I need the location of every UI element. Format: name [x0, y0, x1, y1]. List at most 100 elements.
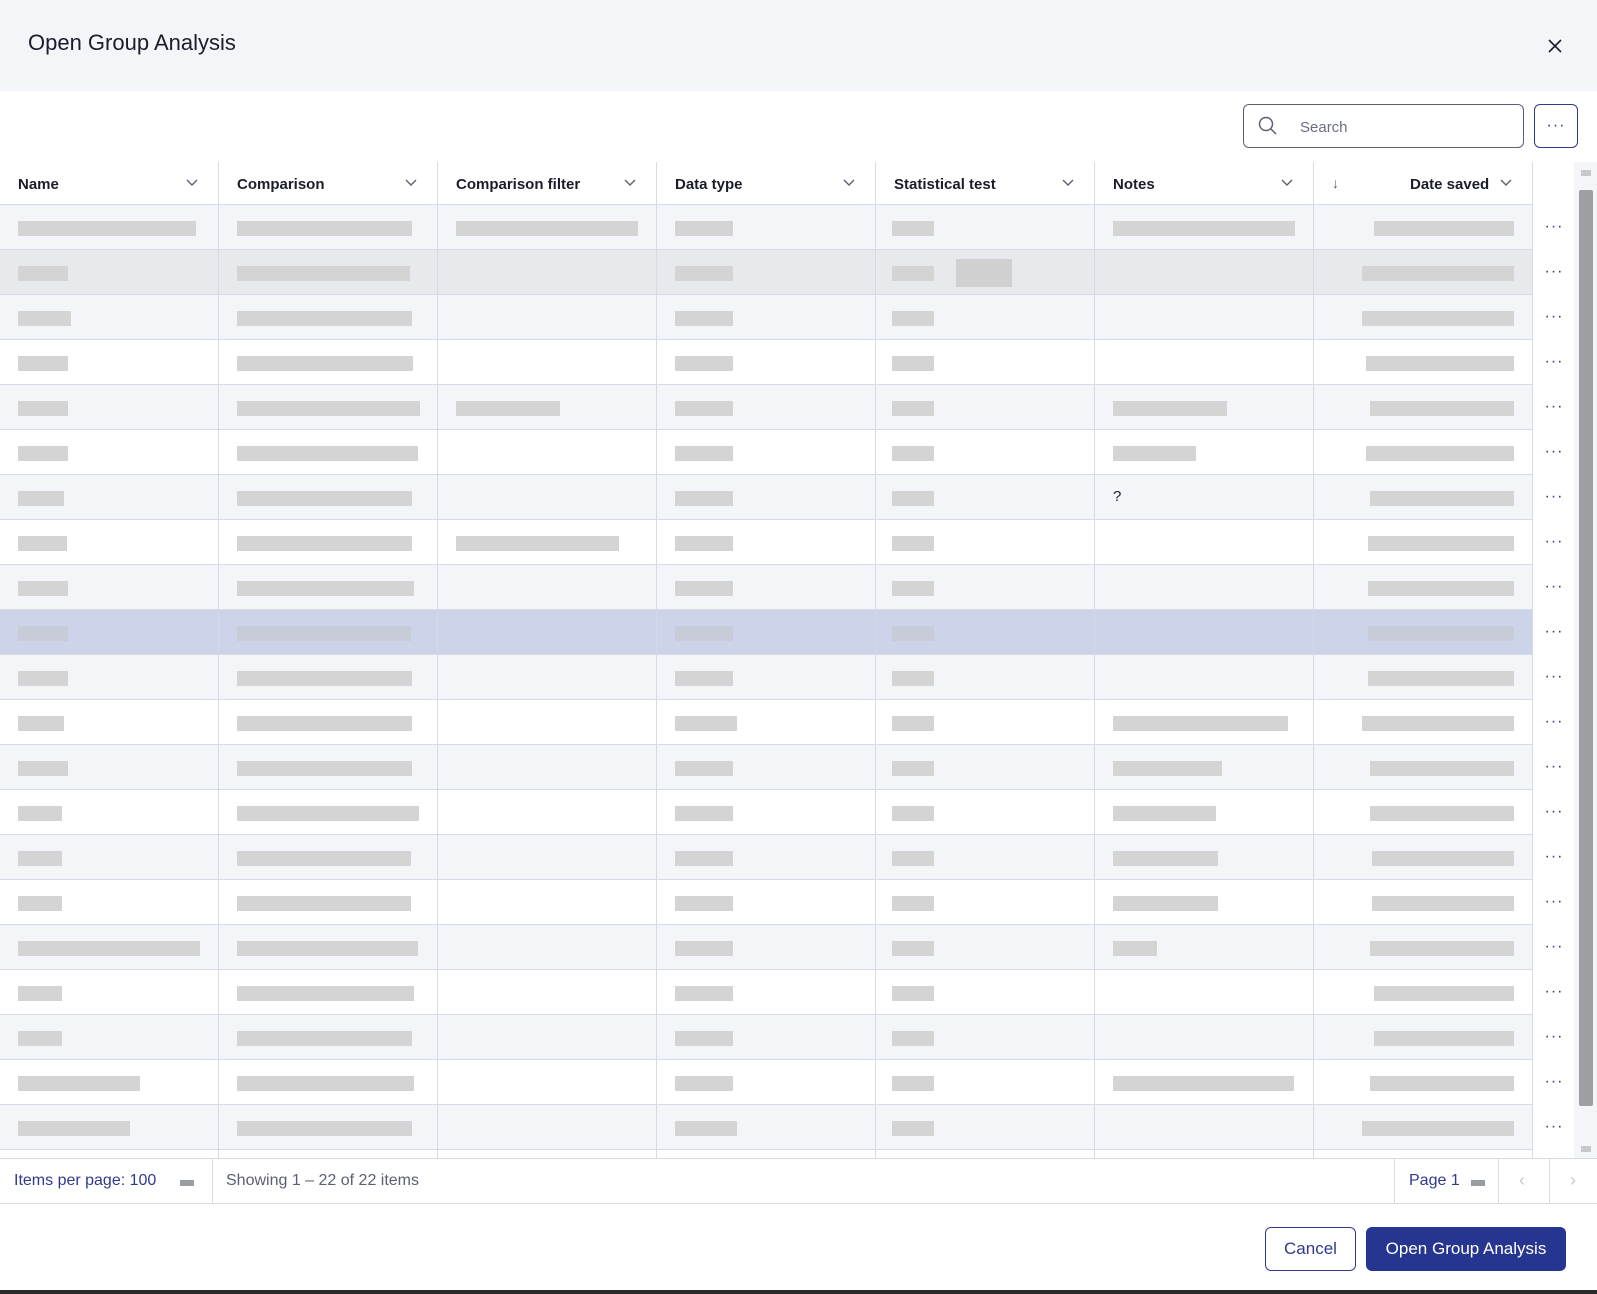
table-row[interactable]: ···	[0, 610, 1562, 655]
redacted-value	[675, 941, 733, 956]
scroll-up-button[interactable]	[1581, 170, 1591, 176]
table-row[interactable]: ···	[0, 520, 1562, 565]
table-row[interactable]: ···	[0, 700, 1562, 745]
items-per-page-select[interactable]: Items per page: 100	[0, 1159, 213, 1203]
sort-descending-icon[interactable]: ↓	[1332, 175, 1339, 191]
redacted-value	[237, 446, 418, 461]
table-cell	[219, 970, 438, 1014]
table-row[interactable]: ? ···	[0, 475, 1562, 520]
vertical-scrollbar[interactable]	[1574, 162, 1597, 1158]
chevron-down-icon[interactable]	[405, 179, 417, 187]
table-row[interactable]: ···	[0, 385, 1562, 430]
redacted-value	[1370, 1076, 1514, 1091]
previous-page-button[interactable]: ‹	[1499, 1159, 1550, 1203]
next-page-button[interactable]: ›	[1550, 1159, 1597, 1203]
table-row[interactable]: ···	[0, 1105, 1562, 1150]
chevron-down-icon[interactable]	[624, 179, 636, 187]
table-cell	[438, 610, 657, 654]
row-more-options-icon[interactable]: ···	[1543, 1117, 1565, 1137]
row-more-options-icon[interactable]: ···	[1543, 892, 1565, 912]
chevron-down-icon[interactable]	[843, 179, 855, 187]
table-row[interactable]: ···	[0, 790, 1562, 835]
page-select[interactable]: Page 1	[1395, 1159, 1499, 1203]
table-row[interactable]: ···	[0, 205, 1562, 250]
row-more-options-icon[interactable]: ···	[1543, 532, 1565, 552]
row-more-options-icon[interactable]: ···	[1543, 1072, 1565, 1092]
row-more-options-icon[interactable]: ···	[1543, 757, 1565, 777]
row-more-options-icon[interactable]: ···	[1543, 1027, 1565, 1047]
column-header-statistical-test[interactable]: Statistical test	[876, 162, 1095, 204]
redacted-value	[892, 761, 934, 776]
row-more-options-icon[interactable]: ···	[1543, 667, 1565, 687]
chevron-down-icon[interactable]	[186, 179, 198, 187]
chevron-down-icon[interactable]	[1500, 179, 1512, 187]
table-cell	[657, 1060, 876, 1104]
chevron-down-icon[interactable]	[1281, 179, 1293, 187]
table-row[interactable]: ···	[0, 340, 1562, 385]
redacted-value	[892, 716, 934, 731]
redacted-value	[237, 356, 413, 371]
table-row[interactable]: ···	[0, 430, 1562, 475]
redacted-value	[18, 356, 68, 371]
table-cell	[876, 1015, 1095, 1059]
table-row[interactable]: ···	[0, 1060, 1562, 1105]
table-row[interactable]: ···	[0, 970, 1562, 1015]
scrollbar-thumb[interactable]	[1579, 190, 1593, 1106]
row-more-options-icon[interactable]: ···	[1543, 802, 1565, 822]
redacted-value	[892, 896, 934, 911]
table-row[interactable]: ···	[0, 1015, 1562, 1060]
table-row[interactable]: ···	[0, 835, 1562, 880]
open-group-analysis-button[interactable]: Open Group Analysis	[1366, 1227, 1566, 1271]
redacted-value	[237, 671, 412, 686]
table-cell	[1095, 565, 1314, 609]
column-header-data-type[interactable]: Data type	[657, 162, 876, 204]
scroll-down-button[interactable]	[1581, 1146, 1591, 1152]
search-box[interactable]	[1243, 104, 1524, 148]
table-row[interactable]: ···	[0, 880, 1562, 925]
table-cell	[876, 790, 1095, 834]
row-more-options-icon[interactable]: ···	[1543, 577, 1565, 597]
row-more-options-icon[interactable]: ···	[1543, 982, 1565, 1002]
row-more-options-icon[interactable]: ···	[1543, 307, 1565, 327]
table-row[interactable]: ···	[0, 925, 1562, 970]
table-cell	[219, 430, 438, 474]
chevron-down-icon[interactable]	[1062, 179, 1074, 187]
column-header-comparison-filter[interactable]: Comparison filter	[438, 162, 657, 204]
column-header-notes[interactable]: Notes	[1095, 162, 1314, 204]
table-row[interactable]: ···	[0, 565, 1562, 610]
table-row[interactable]	[0, 1150, 1533, 1158]
row-more-options-icon[interactable]: ···	[1543, 712, 1565, 732]
column-header-date-saved[interactable]: ↓ Date saved	[1314, 162, 1533, 204]
table-row[interactable]: ···	[0, 295, 1562, 340]
table-cell	[438, 340, 657, 384]
redacted-value	[456, 401, 560, 416]
redacted-value	[892, 446, 934, 461]
table-cell	[219, 880, 438, 924]
row-more-options-icon[interactable]: ···	[1543, 847, 1565, 867]
row-more-options-icon[interactable]: ···	[1543, 937, 1565, 957]
redacted-value	[892, 491, 934, 506]
redacted-value	[675, 851, 733, 866]
row-more-options-icon[interactable]: ···	[1543, 262, 1565, 282]
close-button[interactable]	[1543, 34, 1567, 58]
row-more-options-icon[interactable]: ···	[1543, 397, 1565, 417]
row-more-options-icon[interactable]: ···	[1543, 217, 1565, 237]
more-options-button[interactable]: ···	[1534, 104, 1578, 148]
redacted-value	[456, 221, 638, 236]
cancel-button[interactable]: Cancel	[1265, 1227, 1356, 1271]
table-row[interactable]: ···	[0, 745, 1562, 790]
row-more-options-icon[interactable]: ···	[1543, 487, 1565, 507]
redacted-value	[1113, 401, 1227, 416]
row-more-options-icon[interactable]: ···	[1543, 442, 1565, 462]
row-more-options-icon[interactable]: ···	[1543, 352, 1565, 372]
table-cell	[438, 880, 657, 924]
more-horizontal-icon: ···	[1546, 117, 1566, 134]
table-cell	[1314, 655, 1533, 699]
column-header-name[interactable]: Name	[0, 162, 219, 204]
table-row[interactable]: ···	[0, 250, 1562, 295]
table-row[interactable]: ···	[0, 655, 1562, 700]
column-header-comparison[interactable]: Comparison	[219, 162, 438, 204]
search-input[interactable]	[1298, 113, 1512, 141]
table-cell	[1095, 970, 1314, 1014]
row-more-options-icon[interactable]: ···	[1543, 622, 1565, 642]
